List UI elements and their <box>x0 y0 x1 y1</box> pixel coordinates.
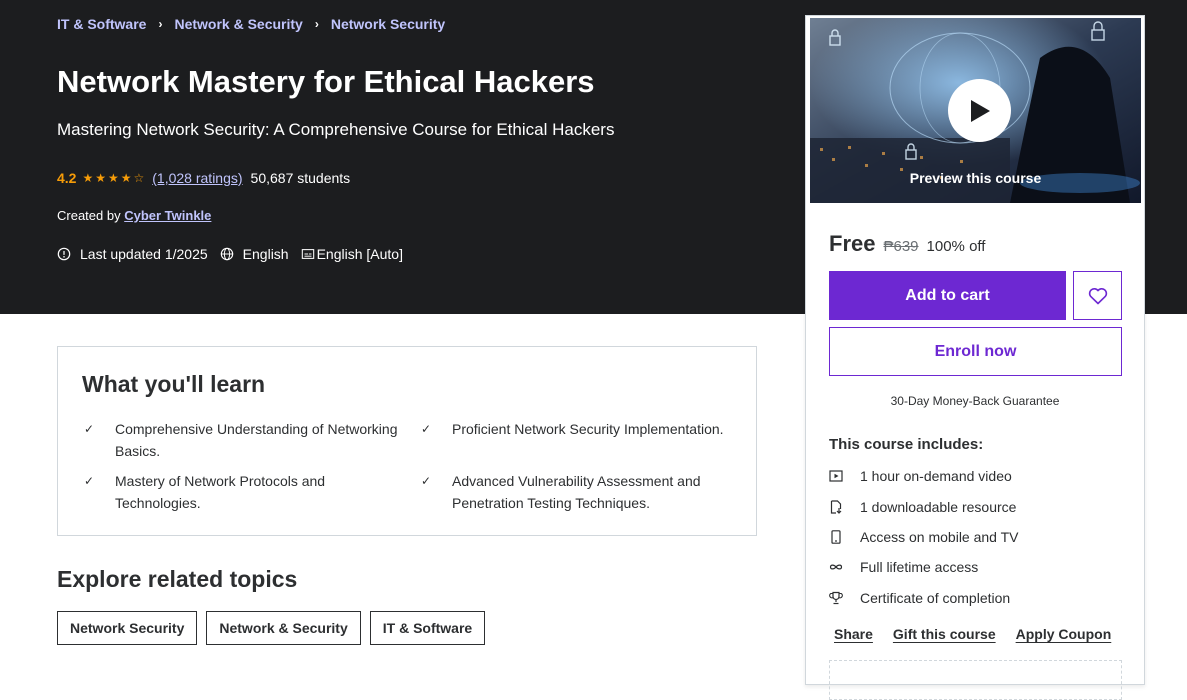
author-link[interactable]: Cyber Twinkle <box>124 208 211 223</box>
topic-tag-network-security[interactable]: Network Security <box>57 611 198 645</box>
money-back-guarantee: 30-Day Money-Back Guarantee <box>890 394 1060 408</box>
what-youll-learn: What you'll learn ✓ Comprehensive Unders… <box>57 346 757 536</box>
preview-label: Preview this course <box>909 170 1042 186</box>
check-icon: ✓ <box>421 474 432 488</box>
learn-item-text: Mastery of Network Protocols and Technol… <box>115 473 326 511</box>
include-item-text: Access on mobile and TV <box>860 529 1019 545</box>
topic-tag-network-and-security[interactable]: Network & Security <box>206 611 361 645</box>
includes-heading: This course includes: <box>829 436 984 453</box>
discount-percent: 100% off <box>926 238 986 255</box>
file-download-icon <box>830 500 842 514</box>
purchase-sidebar: Preview this course Free ₱639 100% off A… <box>805 15 1145 700</box>
play-icon <box>970 99 990 122</box>
check-icon: ✓ <box>84 422 95 436</box>
learn-item-text: Comprehensive Understanding of Networkin… <box>115 421 398 459</box>
explore-heading: Explore related topics <box>57 566 298 592</box>
heart-icon <box>1088 287 1107 304</box>
course-captions: English [Auto] <box>301 246 403 262</box>
check-icon: ✓ <box>84 474 95 488</box>
share-link[interactable]: Share <box>834 626 873 642</box>
wishlist-button[interactable] <box>1073 271 1122 320</box>
include-item-text: 1 downloadable resource <box>860 499 1017 515</box>
course-preview[interactable]: Preview this course <box>810 18 1141 203</box>
last-updated: Last updated 1/2025 <box>57 246 208 262</box>
course-meta: Last updated 1/2025 English English [Aut… <box>57 246 415 262</box>
learn-item: ✓ Proficient Network Security Implementa… <box>421 418 742 440</box>
play-button[interactable] <box>948 79 1011 142</box>
created-by: Created by Cyber Twinkle <box>57 208 211 223</box>
breadcrumb: IT & Software › Network & Security › Net… <box>57 16 445 32</box>
topic-tag-it-software[interactable]: IT & Software <box>369 611 486 645</box>
language-text: English <box>242 246 289 262</box>
breadcrumb-it-software[interactable]: IT & Software <box>57 16 146 32</box>
infinity-icon <box>829 564 843 570</box>
add-to-cart-button[interactable]: Add to cart <box>829 271 1066 320</box>
apply-coupon-link[interactable]: Apply Coupon <box>1016 626 1112 642</box>
check-icon: ✓ <box>421 422 432 436</box>
include-item: Access on mobile and TV <box>829 529 1019 545</box>
last-updated-text: Last updated 1/2025 <box>80 246 208 262</box>
rating-row: 4.2 ★★★★☆ (1,028 ratings) 50,687 student… <box>57 170 350 186</box>
current-price: Free <box>829 231 876 256</box>
created-by-label: Created by <box>57 208 121 223</box>
include-item-text: Certificate of completion <box>860 590 1011 606</box>
students-count: 50,687 students <box>250 170 351 186</box>
closed-caption-icon <box>301 249 314 259</box>
mobile-icon <box>831 530 841 544</box>
include-item: 1 hour on-demand video <box>829 468 1012 484</box>
chevron-right-icon: › <box>314 17 319 31</box>
learn-item: ✓ Comprehensive Understanding of Network… <box>84 418 405 462</box>
sidebar-links: Share Gift this course Apply Coupon <box>834 626 1131 642</box>
learn-heading: What you'll learn <box>82 371 266 397</box>
related-topics: Network Security Network & Security IT &… <box>57 611 494 645</box>
course-subtitle: Mastering Network Security: A Comprehens… <box>57 120 615 139</box>
breadcrumb-network-and-security[interactable]: Network & Security <box>174 16 302 32</box>
star-rating-icon: ★★★★☆ <box>82 171 147 185</box>
price-row: Free ₱639 100% off <box>829 231 985 257</box>
learn-item-text: Advanced Vulnerability Assessment and Pe… <box>452 473 701 511</box>
gift-course-link[interactable]: Gift this course <box>893 626 996 642</box>
globe-icon <box>220 247 233 261</box>
learn-item-text: Proficient Network Security Implementati… <box>452 421 724 437</box>
chevron-right-icon: › <box>158 17 163 31</box>
include-item: Certificate of completion <box>829 590 1010 606</box>
learn-item: ✓ Advanced Vulnerability Assessment and … <box>421 470 722 514</box>
clock-alert-icon <box>57 247 71 261</box>
course-language: English <box>220 246 289 262</box>
video-icon <box>829 470 843 482</box>
page-title: Network Mastery for Ethical Hackers <box>57 64 595 99</box>
include-item: 1 downloadable resource <box>829 499 1016 515</box>
captions-text: English [Auto] <box>316 246 403 262</box>
ratings-count-link[interactable]: (1,028 ratings) <box>152 170 242 186</box>
rating-score: 4.2 <box>57 170 77 186</box>
include-item-text: 1 hour on-demand video <box>860 468 1012 484</box>
original-price: ₱639 <box>883 238 919 255</box>
coupon-box <box>829 660 1122 700</box>
trophy-icon <box>829 591 843 605</box>
include-item-text: Full lifetime access <box>860 559 979 575</box>
learn-item: ✓ Mastery of Network Protocols and Techn… <box>84 470 355 514</box>
breadcrumb-network-security[interactable]: Network Security <box>331 16 445 32</box>
include-item: Full lifetime access <box>829 559 978 575</box>
enroll-now-button[interactable]: Enroll now <box>829 327 1122 376</box>
